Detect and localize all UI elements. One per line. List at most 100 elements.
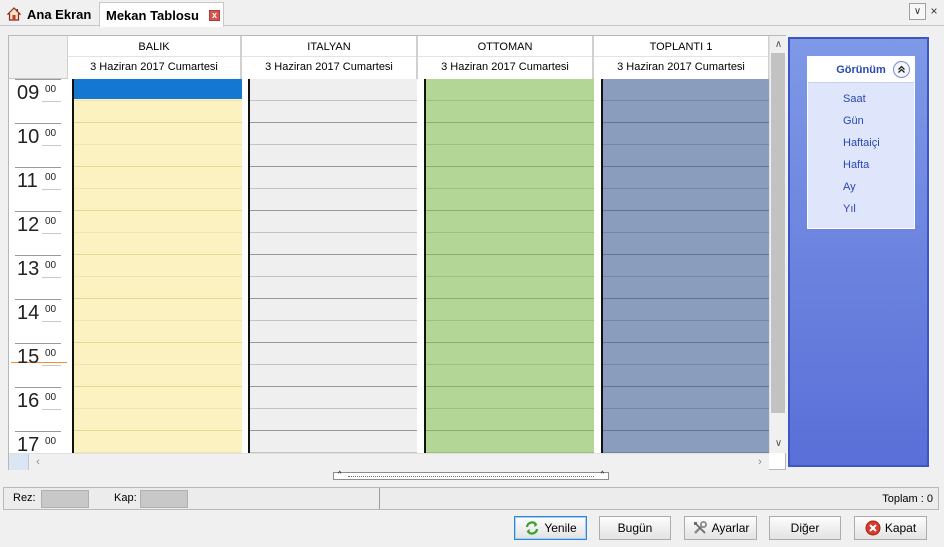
vertical-scrollbar[interactable]: ∧ ∨ [769,36,786,453]
time-slot[interactable] [603,343,769,365]
horizontal-scrollbar[interactable]: ‹ › [9,453,769,470]
collapse-icon[interactable] [893,61,910,78]
time-slot[interactable] [603,365,769,387]
time-slot[interactable] [250,167,417,189]
tab-ana-ekran[interactable]: Ana Ekran [3,2,97,26]
time-slot[interactable] [426,409,594,431]
view-option[interactable]: Saat [808,88,914,110]
time-slot[interactable] [426,123,594,145]
time-slot[interactable] [426,101,594,123]
time-slot[interactable] [603,277,769,299]
close-icon[interactable]: × [927,3,941,20]
time-slot[interactable] [74,167,242,189]
scroll-thumb[interactable] [771,53,785,413]
time-slot[interactable] [74,387,242,409]
time-slot[interactable] [74,123,242,145]
time-slot[interactable] [250,277,417,299]
resource-header[interactable]: ITALYAN 3 Haziran 2017 Cumartesi [241,36,417,79]
time-slot[interactable] [74,145,242,167]
time-slot[interactable] [603,211,769,233]
time-slot[interactable] [74,343,242,365]
time-slot[interactable] [250,431,417,453]
time-slot[interactable] [603,101,769,123]
time-slot[interactable] [603,145,769,167]
time-slot[interactable] [250,255,417,277]
resource-header[interactable]: TOPLANTI 1 3 Haziran 2017 Cumartesi [593,36,769,79]
scroll-left-icon[interactable]: ‹ [31,454,45,470]
view-option[interactable]: Ay [808,176,914,198]
time-slot[interactable] [426,79,594,101]
time-slot[interactable] [250,189,417,211]
time-slot[interactable] [74,211,242,233]
resource-header[interactable]: OTTOMAN 3 Haziran 2017 Cumartesi [417,36,593,79]
time-slot[interactable] [603,79,769,101]
time-slot[interactable] [603,387,769,409]
time-slot[interactable] [250,343,417,365]
time-slot[interactable] [603,321,769,343]
selected-time-slot[interactable] [74,79,242,99]
time-slot[interactable] [426,189,594,211]
time-slot[interactable] [603,123,769,145]
time-slot[interactable] [250,101,417,123]
view-option[interactable]: Yıl [808,198,914,220]
time-slot[interactable] [426,255,594,277]
view-option[interactable]: Gün [808,110,914,132]
tab-mekan-tablosu[interactable]: Mekan Tablosu x [99,2,224,27]
time-slot[interactable] [250,123,417,145]
scroll-right-icon[interactable]: › [753,454,767,470]
view-group-header[interactable]: Görünüm [808,57,914,83]
time-slot[interactable] [250,145,417,167]
time-slot[interactable] [603,255,769,277]
time-slot[interactable] [426,233,594,255]
view-option[interactable]: Haftaiçi [808,132,914,154]
tab-close-icon[interactable]: x [208,9,220,21]
scroll-down-icon[interactable]: ∨ [770,437,787,451]
time-slot[interactable] [74,409,242,431]
time-slot[interactable] [74,255,242,277]
settings-button[interactable]: Ayarlar [684,516,757,540]
time-slot[interactable] [426,277,594,299]
time-slot[interactable] [74,431,242,453]
resource-day-column[interactable] [248,79,417,453]
time-slot[interactable] [426,299,594,321]
expand-up-icon[interactable]: ^ [338,471,341,478]
time-slot[interactable] [603,299,769,321]
time-slot[interactable] [74,101,242,123]
scroll-up-icon[interactable]: ∧ [770,38,787,52]
chevron-down-icon[interactable]: ∨ [909,3,926,20]
time-slot[interactable] [603,431,769,453]
time-slot[interactable] [74,321,242,343]
time-slot[interactable] [74,365,242,387]
time-slot[interactable] [250,211,417,233]
resource-day-column[interactable] [424,79,594,453]
refresh-button[interactable]: Yenile [514,516,587,540]
time-slot[interactable] [426,365,594,387]
time-slot[interactable] [426,431,594,453]
time-slot[interactable] [74,233,242,255]
panel-splitter[interactable]: ^ ^ [333,471,609,480]
time-slot[interactable] [250,79,417,101]
time-slot[interactable] [74,277,242,299]
resource-header[interactable]: BALIK 3 Haziran 2017 Cumartesi [67,36,241,79]
time-slot[interactable] [426,387,594,409]
expand-up-icon[interactable]: ^ [601,471,604,478]
time-slot[interactable] [74,299,242,321]
time-slot[interactable] [426,145,594,167]
time-slot[interactable] [603,189,769,211]
view-option[interactable]: Hafta [808,154,914,176]
time-slot[interactable] [250,233,417,255]
resource-day-column[interactable] [601,79,769,453]
time-slot[interactable] [603,167,769,189]
today-button[interactable]: Bugün [599,516,671,540]
resource-day-column[interactable] [72,79,242,453]
close-button[interactable]: Kapat [854,516,927,540]
time-slot[interactable] [250,387,417,409]
time-slot[interactable] [426,321,594,343]
time-slot[interactable] [250,299,417,321]
time-slot[interactable] [603,233,769,255]
time-slot[interactable] [250,365,417,387]
time-slot[interactable] [426,211,594,233]
time-slot[interactable] [74,189,242,211]
time-slot[interactable] [426,343,594,365]
time-slot[interactable] [426,167,594,189]
